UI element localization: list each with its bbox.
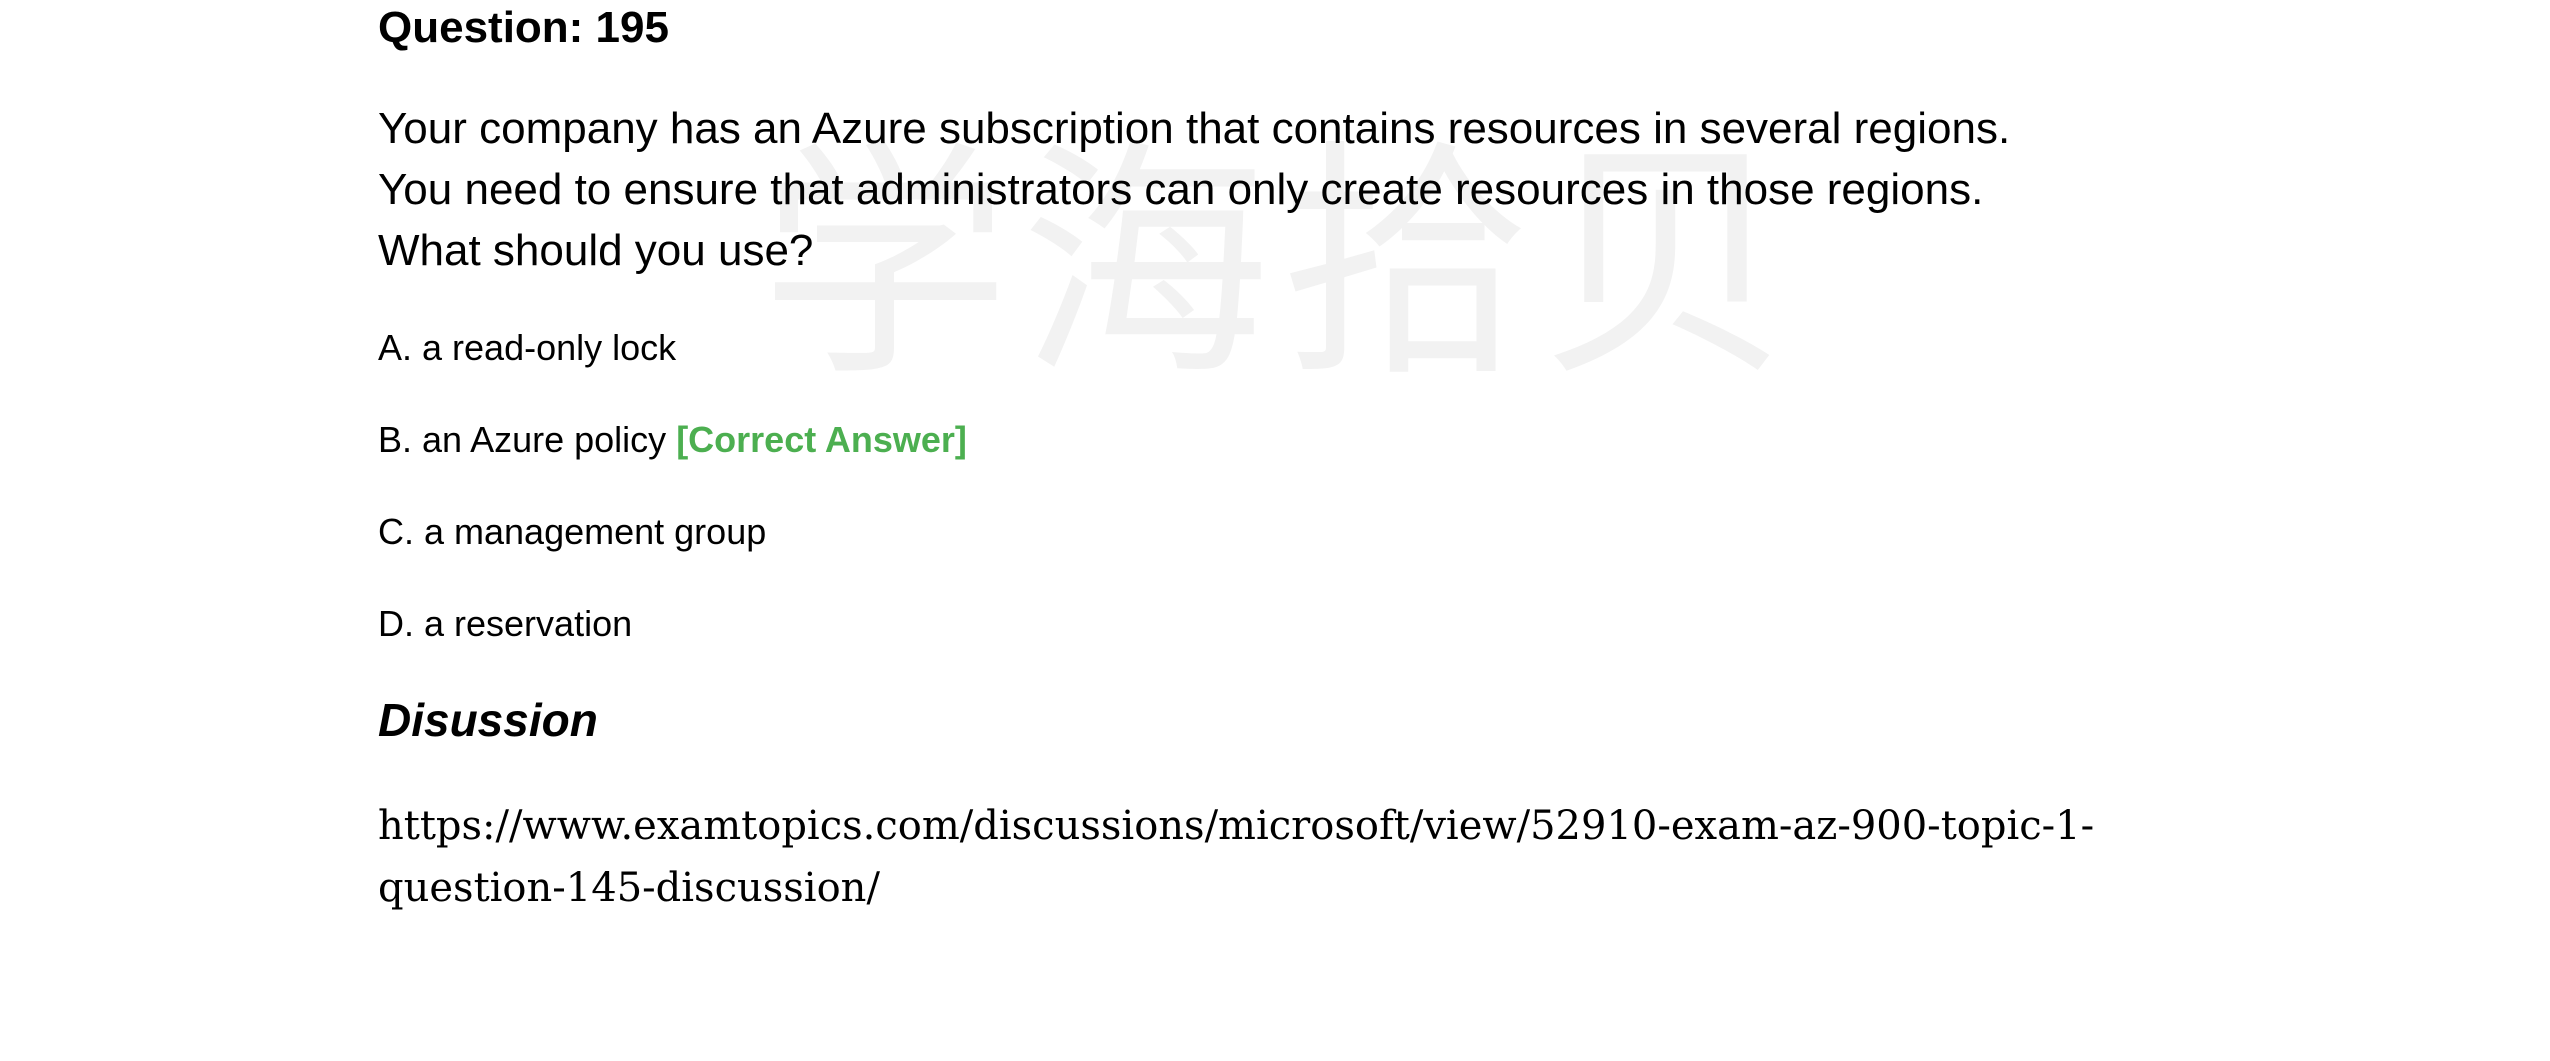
document-page: 学海拾贝 Question: 195 Your company has an A… xyxy=(0,0,2550,1061)
correct-answer-badge: [Correct Answer] xyxy=(676,419,967,460)
option-b-text: B. an Azure policy xyxy=(378,419,667,460)
discussion-link[interactable]: https://www.examtopics.com/discussions/m… xyxy=(378,795,2198,919)
option-a: A. a read-only lock xyxy=(378,325,676,371)
question-line: You need to ensure that administrators c… xyxy=(378,165,1984,214)
option-c: C. a management group xyxy=(378,509,766,555)
option-a-text: A. a read-only lock xyxy=(378,327,677,368)
option-d: D. a reservation xyxy=(378,601,632,647)
option-c-text: C. a management group xyxy=(378,511,767,552)
question-title: Question: 195 xyxy=(378,3,669,52)
question-line: What should you use? xyxy=(378,226,814,275)
discussion-link-line[interactable]: https://www.examtopics.com/discussions/m… xyxy=(378,795,2198,857)
question-text: Your company has an Azure subscription t… xyxy=(378,98,2010,281)
discussion-link-line[interactable]: question-145-discussion/ xyxy=(378,857,2198,919)
discussion-heading: Disussion xyxy=(378,694,598,746)
question-line: Your company has an Azure subscription t… xyxy=(378,104,2011,153)
option-b: B. an Azure policy [Correct Answer] xyxy=(378,417,967,463)
option-d-text: D. a reservation xyxy=(378,603,633,644)
